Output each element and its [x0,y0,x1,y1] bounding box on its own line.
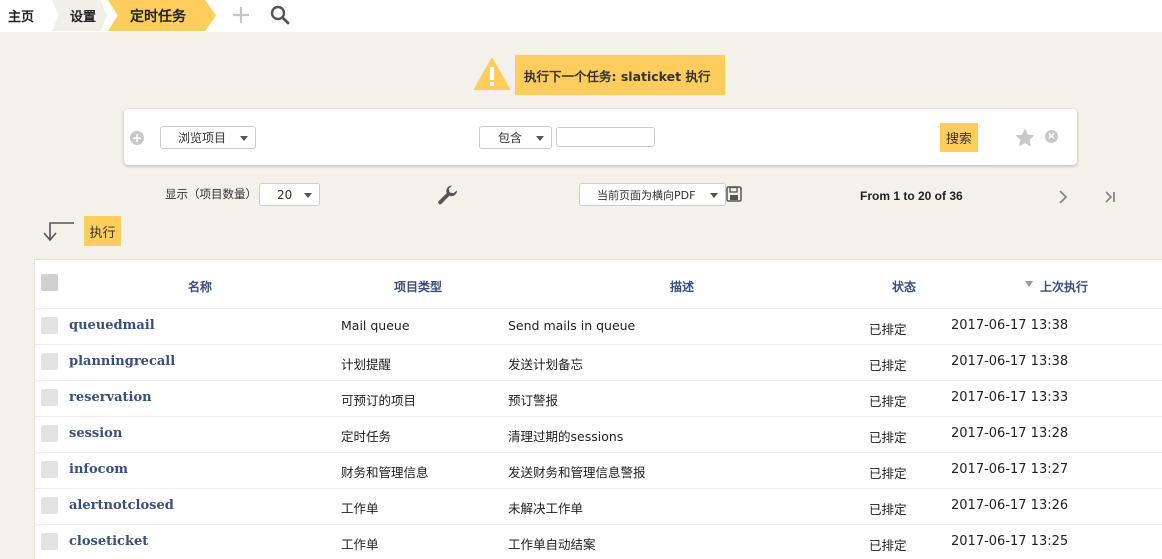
warning-icon [474,58,510,90]
row-checkbox[interactable] [41,425,58,442]
execute-button[interactable]: 执行 [84,216,121,246]
search-operator-value: 包含 [498,131,523,145]
breadcrumb-home-label: 主页 [8,10,35,25]
next-task-warning[interactable]: 执行下一个任务: slaticket 执行 [515,55,725,95]
table-row: alertnotclosed 工作单 未解决工作单 已排定 2017-06-17… [35,489,1162,525]
chevron-down-icon [710,193,718,198]
add-criterion-icon[interactable]: + [130,131,144,145]
table-row: session 定时任务 清理过期的sessions 已排定 2017-06-1… [35,417,1162,453]
search-operator-select[interactable]: 包含 [479,126,552,149]
breadcrumb-home[interactable]: 主页 [0,0,58,31]
sort-desc-icon [1025,281,1033,287]
task-last-run: 2017-06-17 13:38 [951,354,1069,369]
task-name-link[interactable]: planningrecall [69,354,175,369]
task-status: 已排定 [869,466,907,481]
chevron-down-icon [304,193,312,198]
top-bar: 主页 设置 定时任务 [0,0,1162,32]
floppy-icon[interactable] [726,186,742,202]
search-field-select[interactable]: 浏览项目 [160,126,256,149]
export-format-select[interactable]: 当前页面为横向PDF [579,183,726,206]
task-status: 已排定 [869,394,907,409]
task-status: 已排定 [869,430,907,445]
breadcrumb-settings-label: 设置 [70,10,97,25]
task-last-run: 2017-06-17 13:28 [951,426,1069,441]
task-name-link[interactable]: queuedmail [69,318,155,333]
next-task-text: 执行下一个任务: slaticket 执行 [524,68,711,84]
header-type[interactable]: 项目类型 [394,278,442,295]
table-row: planningrecall 计划提醒 发送计划备忘 已排定 2017-06-1… [35,345,1162,381]
task-last-run: 2017-06-17 13:25 [951,534,1069,549]
task-description: 未解决工作单 [508,501,584,516]
task-type: 定时任务 [341,429,392,444]
execute-button-label: 执行 [89,225,116,241]
table-row: queuedmail Mail queue Send mails in queu… [35,309,1162,345]
task-type: 工作单 [341,501,379,516]
header-status[interactable]: 状态 [892,278,916,295]
task-status: 已排定 [869,322,907,337]
task-type: 财务和管理信息 [341,465,429,480]
task-type: Mail queue [341,318,410,333]
plus-icon[interactable] [230,4,252,26]
task-status: 已排定 [869,502,907,517]
wrench-icon[interactable] [437,185,459,207]
table-header: 名称 项目类型 描述 状态 上次执行 [35,260,1162,309]
task-name-link[interactable]: closeticket [69,534,148,549]
task-name-link[interactable]: alertnotclosed [69,498,174,513]
task-status: 已排定 [869,358,907,373]
search-field-value: 浏览项目 [178,131,227,145]
table-row: infocom 财务和管理信息 发送财务和管理信息警报 已排定 2017-06-… [35,453,1162,489]
row-checkbox[interactable] [41,389,58,406]
task-name-link[interactable]: reservation [69,390,152,405]
row-checkbox[interactable] [41,317,58,334]
search-panel: + 浏览项目 包含 搜索 × [124,109,1077,165]
task-description: 预订警报 [508,393,559,408]
pager-summary: From 1 to 20 of 36 [860,189,963,203]
task-type: 计划提醒 [341,357,392,372]
page-size-select[interactable]: 20 [259,183,320,206]
task-description: Send mails in queue [508,318,636,333]
table-row: reservation 可预订的项目 预订警报 已排定 2017-06-17 1… [35,381,1162,417]
page-size-value: 20 [277,187,293,202]
task-name-link[interactable]: infocom [69,462,128,477]
task-description: 清理过期的sessions [508,429,624,444]
task-last-run: 2017-06-17 13:26 [951,498,1069,513]
header-last-run[interactable]: 上次执行 [1040,278,1088,295]
task-last-run: 2017-06-17 13:33 [951,390,1069,405]
header-name[interactable]: 名称 [188,278,212,295]
header-description[interactable]: 描述 [670,278,694,295]
breadcrumb-current[interactable]: 定时任务 [108,0,216,31]
last-page-icon[interactable] [1102,189,1118,205]
task-status: 已排定 [869,538,907,553]
row-checkbox[interactable] [41,497,58,514]
breadcrumb-settings[interactable]: 设置 [52,0,107,31]
task-description: 发送计划备忘 [508,357,584,372]
task-last-run: 2017-06-17 13:27 [951,462,1069,477]
task-name-link[interactable]: session [69,426,122,441]
star-icon[interactable] [1015,128,1035,147]
chevron-down-icon [536,136,544,141]
row-checkbox[interactable] [41,533,58,550]
task-description: 发送财务和管理信息警报 [508,465,646,480]
breadcrumb-current-label: 定时任务 [130,8,186,25]
page-size-label: 显示（项目数量） [165,187,257,201]
select-all-checkbox[interactable] [41,274,58,291]
task-last-run: 2017-06-17 13:38 [951,318,1069,333]
mass-action-arrow-icon [43,222,74,242]
search-button[interactable]: 搜索 [940,123,978,152]
cron-task-table: 名称 项目类型 描述 状态 上次执行 queuedmail Mail queue… [34,259,1162,559]
task-type: 工作单 [341,537,379,552]
search-button-label: 搜索 [945,132,972,147]
chevron-down-icon [240,136,248,141]
row-checkbox[interactable] [41,353,58,370]
search-input[interactable] [556,127,655,147]
table-row: closeticket 工作单 工作单自动结案 已排定 2017-06-17 1… [35,525,1162,559]
reset-search-icon[interactable]: × [1045,130,1058,143]
search-icon[interactable] [270,5,290,25]
chevron-right-icon[interactable] [1056,189,1070,205]
row-checkbox[interactable] [41,461,58,478]
task-description: 工作单自动结案 [508,537,596,552]
export-format-value: 当前页面为横向PDF [597,188,696,202]
task-type: 可预订的项目 [341,393,417,408]
